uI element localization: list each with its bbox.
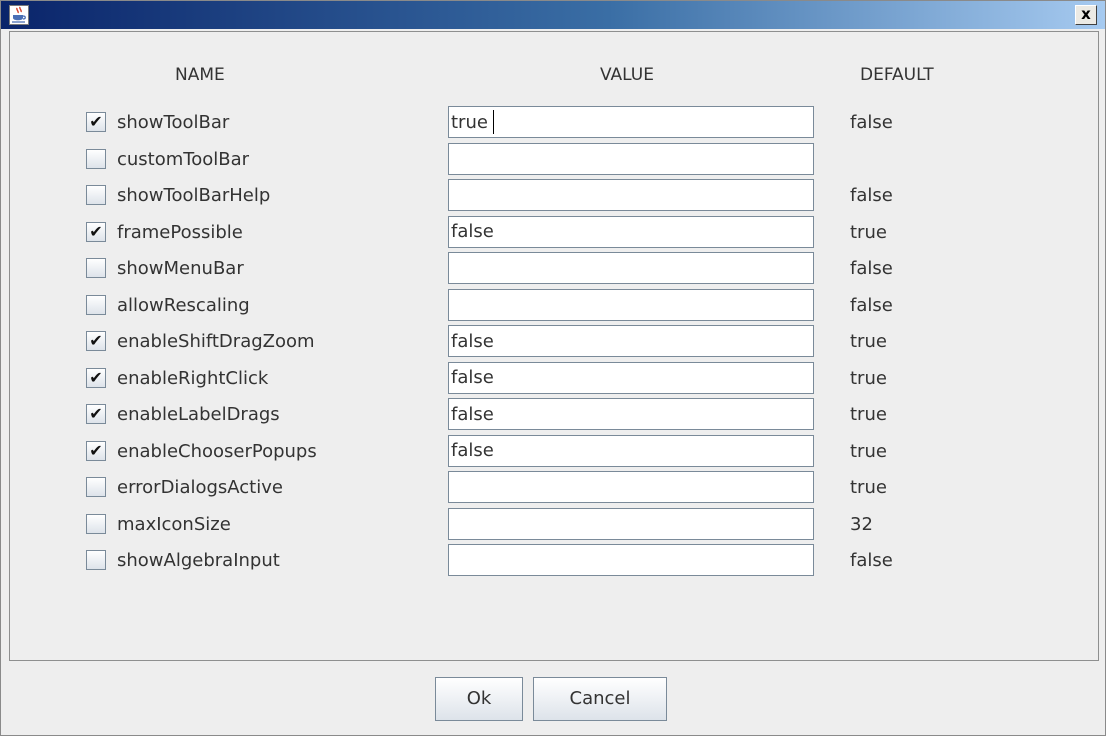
parameter-default: true [850,404,887,425]
parameter-checkbox[interactable] [86,513,106,534]
parameter-checkbox[interactable] [86,258,106,278]
parameter-checkbox[interactable]: ✔ [86,331,106,351]
parameters-dialog: x NAME VALUE DEFAULT ✔ showToolBar false cu… [0,0,1106,736]
parameter-value-field[interactable] [448,361,814,394]
parameter-default: false [850,112,893,133]
parameter-default: true [850,331,887,352]
parameter-value-field[interactable] [448,215,814,248]
name-column-header: NAME [175,65,225,85]
parameter-default: false [850,294,893,316]
parameter-default: true [850,367,887,389]
parameter-checkbox[interactable]: ✔ [86,440,106,461]
parameter-checkbox[interactable]: ✔ [86,221,106,242]
parameter-row: showMenuBar false [10,252,1098,288]
parameter-value-field[interactable] [448,434,814,467]
parameter-name: showToolBar [117,112,230,133]
parameter-name: showMenuBar [117,258,244,279]
parameter-value-field[interactable] [448,398,814,430]
parameter-default: false [850,258,893,279]
parameter-default: 32 [850,513,873,535]
parameter-name: enableRightClick [117,367,269,389]
parameter-default: false [850,550,893,571]
parameter-default: true [850,477,887,498]
parameter-row: ✔ showToolBar false [10,106,1098,142]
parameter-row: customToolBar [10,142,1098,179]
parameter-checkbox[interactable]: ✔ [86,404,106,424]
parameter-value-field[interactable] [448,252,814,284]
parameter-checkbox[interactable] [86,294,106,315]
parameter-value-field[interactable] [448,179,814,211]
parameter-name: showToolBarHelp [117,185,271,206]
parameter-row: showAlgebraInput false [10,544,1098,580]
parameter-row: maxIconSize 32 [10,507,1098,544]
parameter-row: ✔ enableLabelDrags true [10,398,1098,434]
value-column-header: VALUE [600,65,654,85]
parameters-panel: NAME VALUE DEFAULT ✔ showToolBar false cust… [9,31,1099,661]
parameter-default: true [850,221,887,243]
parameter-name: maxIconSize [117,513,231,535]
parameter-value-field[interactable] [448,142,814,175]
parameter-value-field[interactable] [448,471,814,503]
parameter-row: ✔ enableChooserPopups true [10,434,1098,471]
parameter-name: enableShiftDragZoom [117,331,315,352]
parameter-name: allowRescaling [117,294,250,316]
parameter-default: true [850,440,887,462]
parameter-checkbox[interactable] [86,550,106,570]
parameter-checkbox[interactable] [86,148,106,169]
parameter-value-field[interactable] [448,106,814,138]
parameter-value-field[interactable] [448,288,814,321]
cancel-button[interactable]: Cancel [533,677,667,721]
close-button[interactable]: x [1075,5,1097,25]
parameter-value-field[interactable] [448,507,814,540]
parameter-row: showToolBarHelp false [10,179,1098,215]
parameter-default: false [850,185,893,206]
parameter-row: ✔ enableRightClick true [10,361,1098,398]
parameter-name: errorDialogsActive [117,477,283,498]
default-column-header: DEFAULT [860,65,934,85]
parameter-checkbox[interactable] [86,185,106,205]
parameter-checkbox[interactable]: ✔ [86,112,106,132]
parameter-row: ✔ enableShiftDragZoom true [10,325,1098,361]
parameter-checkbox[interactable]: ✔ [86,367,106,388]
parameter-checkbox[interactable] [86,477,106,497]
title-bar[interactable]: x [1,1,1105,29]
parameter-row: allowRescaling false [10,288,1098,325]
parameter-name: framePossible [117,221,243,243]
java-coffee-cup-icon [9,5,29,25]
parameter-name: enableLabelDrags [117,404,280,425]
ok-button[interactable]: Ok [435,677,523,721]
parameter-row: errorDialogsActive true [10,471,1098,507]
text-caret [493,110,494,134]
parameter-name: showAlgebraInput [117,550,280,571]
parameter-row: ✔ framePossible true [10,215,1098,252]
parameter-name: enableChooserPopups [117,440,317,462]
parameter-name: customToolBar [117,148,250,170]
button-bar: Ok Cancel [1,661,1105,735]
parameter-value-field[interactable] [448,544,814,576]
parameter-value-field[interactable] [448,325,814,357]
